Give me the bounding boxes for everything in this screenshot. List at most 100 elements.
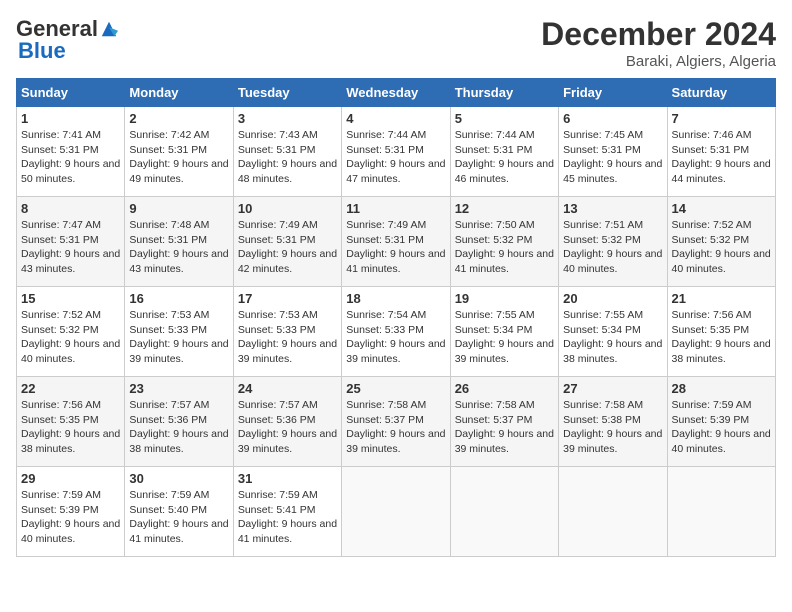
day-info: Sunrise: 7:51 AM Sunset: 5:32 PM Dayligh… <box>563 219 662 275</box>
day-info: Sunrise: 7:47 AM Sunset: 5:31 PM Dayligh… <box>21 219 120 275</box>
calendar-week-row: 8 Sunrise: 7:47 AM Sunset: 5:31 PM Dayli… <box>17 197 776 287</box>
calendar-day-cell: 29 Sunrise: 7:59 AM Sunset: 5:39 PM Dayl… <box>17 467 125 557</box>
calendar-week-row: 29 Sunrise: 7:59 AM Sunset: 5:39 PM Dayl… <box>17 467 776 557</box>
day-number: 10 <box>238 201 337 216</box>
day-number: 27 <box>563 381 662 396</box>
weekday-header: Tuesday <box>233 79 341 107</box>
day-number: 14 <box>672 201 771 216</box>
day-info: Sunrise: 7:58 AM Sunset: 5:37 PM Dayligh… <box>455 399 554 455</box>
day-info: Sunrise: 7:43 AM Sunset: 5:31 PM Dayligh… <box>238 129 337 185</box>
day-info: Sunrise: 7:46 AM Sunset: 5:31 PM Dayligh… <box>672 129 771 185</box>
day-number: 3 <box>238 111 337 126</box>
calendar-day-cell: 19 Sunrise: 7:55 AM Sunset: 5:34 PM Dayl… <box>450 287 558 377</box>
day-number: 17 <box>238 291 337 306</box>
title-block: December 2024 Baraki, Algiers, Algeria <box>541 16 776 70</box>
page-header: General Blue December 2024 Baraki, Algie… <box>16 16 776 70</box>
calendar-day-cell: 12 Sunrise: 7:50 AM Sunset: 5:32 PM Dayl… <box>450 197 558 287</box>
day-number: 30 <box>129 471 228 486</box>
calendar-header-row: SundayMondayTuesdayWednesdayThursdayFrid… <box>17 79 776 107</box>
logo-icon <box>100 20 118 38</box>
day-info: Sunrise: 7:54 AM Sunset: 5:33 PM Dayligh… <box>346 309 445 365</box>
calendar-day-cell: 2 Sunrise: 7:42 AM Sunset: 5:31 PM Dayli… <box>125 107 233 197</box>
calendar-day-cell: 7 Sunrise: 7:46 AM Sunset: 5:31 PM Dayli… <box>667 107 775 197</box>
day-number: 25 <box>346 381 445 396</box>
day-info: Sunrise: 7:57 AM Sunset: 5:36 PM Dayligh… <box>129 399 228 455</box>
day-info: Sunrise: 7:53 AM Sunset: 5:33 PM Dayligh… <box>238 309 337 365</box>
day-number: 20 <box>563 291 662 306</box>
empty-cell <box>450 467 558 557</box>
day-number: 24 <box>238 381 337 396</box>
day-info: Sunrise: 7:58 AM Sunset: 5:37 PM Dayligh… <box>346 399 445 455</box>
month-title: December 2024 <box>541 16 776 53</box>
calendar-day-cell: 28 Sunrise: 7:59 AM Sunset: 5:39 PM Dayl… <box>667 377 775 467</box>
weekday-header: Monday <box>125 79 233 107</box>
day-info: Sunrise: 7:49 AM Sunset: 5:31 PM Dayligh… <box>346 219 445 275</box>
day-number: 28 <box>672 381 771 396</box>
weekday-header: Wednesday <box>342 79 450 107</box>
calendar-week-row: 1 Sunrise: 7:41 AM Sunset: 5:31 PM Dayli… <box>17 107 776 197</box>
empty-cell <box>342 467 450 557</box>
day-number: 26 <box>455 381 554 396</box>
calendar-day-cell: 24 Sunrise: 7:57 AM Sunset: 5:36 PM Dayl… <box>233 377 341 467</box>
day-number: 12 <box>455 201 554 216</box>
day-number: 21 <box>672 291 771 306</box>
calendar-day-cell: 30 Sunrise: 7:59 AM Sunset: 5:40 PM Dayl… <box>125 467 233 557</box>
weekday-header: Thursday <box>450 79 558 107</box>
day-number: 18 <box>346 291 445 306</box>
day-info: Sunrise: 7:59 AM Sunset: 5:40 PM Dayligh… <box>129 489 228 545</box>
day-info: Sunrise: 7:55 AM Sunset: 5:34 PM Dayligh… <box>563 309 662 365</box>
calendar-day-cell: 22 Sunrise: 7:56 AM Sunset: 5:35 PM Dayl… <box>17 377 125 467</box>
day-number: 11 <box>346 201 445 216</box>
weekday-header: Sunday <box>17 79 125 107</box>
day-number: 4 <box>346 111 445 126</box>
day-number: 23 <box>129 381 228 396</box>
day-number: 1 <box>21 111 120 126</box>
calendar-day-cell: 21 Sunrise: 7:56 AM Sunset: 5:35 PM Dayl… <box>667 287 775 377</box>
weekday-header: Friday <box>559 79 667 107</box>
day-number: 2 <box>129 111 228 126</box>
day-number: 16 <box>129 291 228 306</box>
day-number: 15 <box>21 291 120 306</box>
day-number: 29 <box>21 471 120 486</box>
day-info: Sunrise: 7:52 AM Sunset: 5:32 PM Dayligh… <box>672 219 771 275</box>
calendar-day-cell: 16 Sunrise: 7:53 AM Sunset: 5:33 PM Dayl… <box>125 287 233 377</box>
calendar-day-cell: 8 Sunrise: 7:47 AM Sunset: 5:31 PM Dayli… <box>17 197 125 287</box>
calendar-day-cell: 20 Sunrise: 7:55 AM Sunset: 5:34 PM Dayl… <box>559 287 667 377</box>
day-number: 6 <box>563 111 662 126</box>
calendar-day-cell: 27 Sunrise: 7:58 AM Sunset: 5:38 PM Dayl… <box>559 377 667 467</box>
calendar-day-cell: 3 Sunrise: 7:43 AM Sunset: 5:31 PM Dayli… <box>233 107 341 197</box>
empty-cell <box>667 467 775 557</box>
day-number: 5 <box>455 111 554 126</box>
logo-blue: Blue <box>18 38 66 64</box>
calendar-day-cell: 26 Sunrise: 7:58 AM Sunset: 5:37 PM Dayl… <box>450 377 558 467</box>
day-number: 22 <box>21 381 120 396</box>
day-info: Sunrise: 7:59 AM Sunset: 5:39 PM Dayligh… <box>21 489 120 545</box>
day-info: Sunrise: 7:50 AM Sunset: 5:32 PM Dayligh… <box>455 219 554 275</box>
day-info: Sunrise: 7:44 AM Sunset: 5:31 PM Dayligh… <box>346 129 445 185</box>
calendar-day-cell: 25 Sunrise: 7:58 AM Sunset: 5:37 PM Dayl… <box>342 377 450 467</box>
day-number: 7 <box>672 111 771 126</box>
calendar-day-cell: 9 Sunrise: 7:48 AM Sunset: 5:31 PM Dayli… <box>125 197 233 287</box>
calendar-week-row: 22 Sunrise: 7:56 AM Sunset: 5:35 PM Dayl… <box>17 377 776 467</box>
day-info: Sunrise: 7:53 AM Sunset: 5:33 PM Dayligh… <box>129 309 228 365</box>
day-number: 8 <box>21 201 120 216</box>
day-info: Sunrise: 7:59 AM Sunset: 5:41 PM Dayligh… <box>238 489 337 545</box>
day-number: 31 <box>238 471 337 486</box>
calendar-week-row: 15 Sunrise: 7:52 AM Sunset: 5:32 PM Dayl… <box>17 287 776 377</box>
day-info: Sunrise: 7:57 AM Sunset: 5:36 PM Dayligh… <box>238 399 337 455</box>
day-info: Sunrise: 7:45 AM Sunset: 5:31 PM Dayligh… <box>563 129 662 185</box>
day-info: Sunrise: 7:58 AM Sunset: 5:38 PM Dayligh… <box>563 399 662 455</box>
calendar-day-cell: 5 Sunrise: 7:44 AM Sunset: 5:31 PM Dayli… <box>450 107 558 197</box>
day-info: Sunrise: 7:44 AM Sunset: 5:31 PM Dayligh… <box>455 129 554 185</box>
day-number: 13 <box>563 201 662 216</box>
day-info: Sunrise: 7:52 AM Sunset: 5:32 PM Dayligh… <box>21 309 120 365</box>
day-info: Sunrise: 7:41 AM Sunset: 5:31 PM Dayligh… <box>21 129 120 185</box>
logo: General Blue <box>16 16 118 64</box>
day-number: 19 <box>455 291 554 306</box>
empty-cell <box>559 467 667 557</box>
calendar-table: SundayMondayTuesdayWednesdayThursdayFrid… <box>16 78 776 557</box>
day-info: Sunrise: 7:56 AM Sunset: 5:35 PM Dayligh… <box>21 399 120 455</box>
day-number: 9 <box>129 201 228 216</box>
calendar-day-cell: 23 Sunrise: 7:57 AM Sunset: 5:36 PM Dayl… <box>125 377 233 467</box>
calendar-day-cell: 15 Sunrise: 7:52 AM Sunset: 5:32 PM Dayl… <box>17 287 125 377</box>
